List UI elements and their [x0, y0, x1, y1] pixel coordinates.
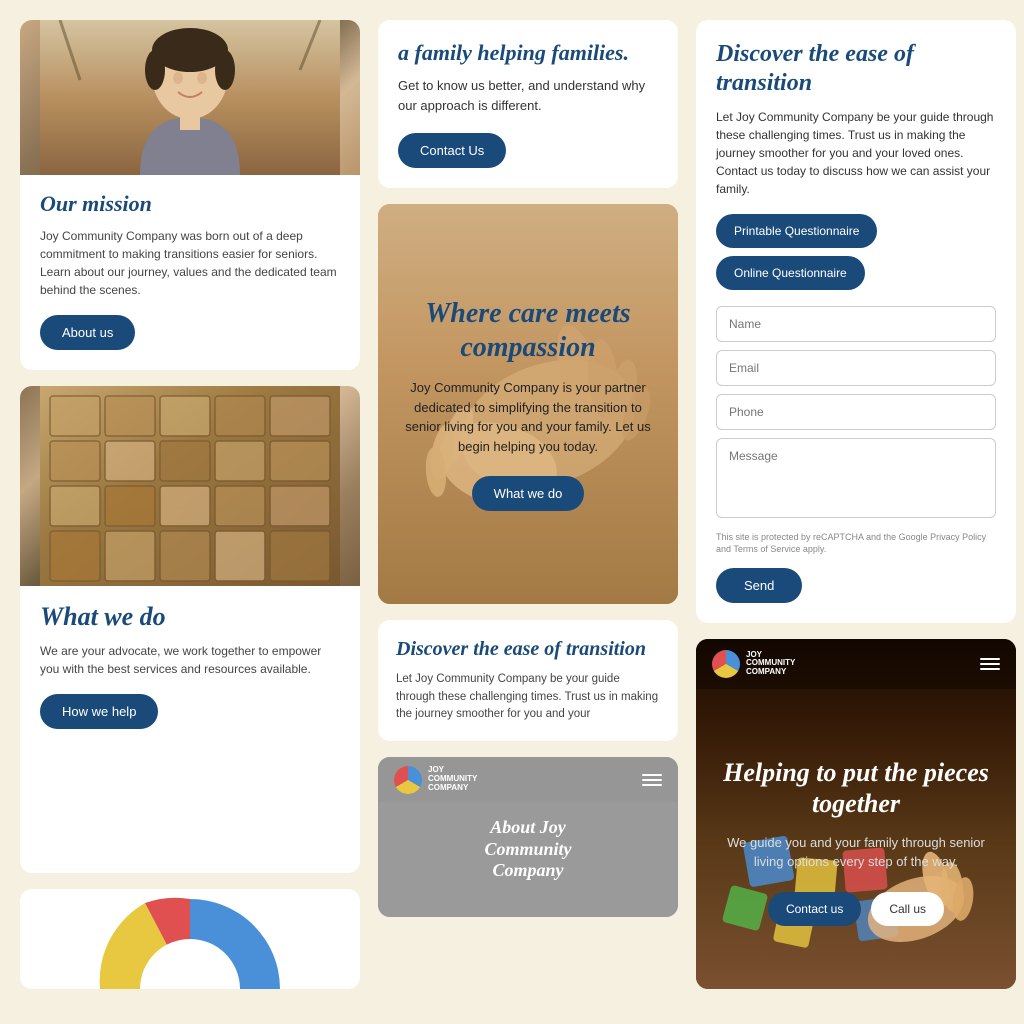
hamburger-line-2	[642, 779, 662, 781]
what-we-do-button[interactable]: What we do	[472, 476, 585, 511]
pieces-call-button[interactable]: Call us	[871, 892, 944, 926]
hamburger-line-3	[980, 668, 1000, 670]
discover-transition-text: Let Joy Community Company be your guide …	[396, 671, 660, 723]
form-disclaimer: This site is protected by reCAPTCHA and …	[716, 531, 996, 556]
care-overlay: Where care meets compassion Joy Communit…	[378, 204, 678, 604]
form-description: Let Joy Community Company be your guide …	[716, 108, 996, 198]
pieces-contact-button[interactable]: Contact us	[768, 892, 861, 926]
pieces-logo-text: JOY COMMUNITY COMPANY	[746, 651, 795, 677]
what-we-do-card: What we do We are your advocate, we work…	[20, 386, 360, 873]
pieces-title: Helping to put the pieces together	[716, 757, 996, 819]
app-mockup-content: About Joy Community Company	[378, 807, 678, 892]
mission-content: Our mission Joy Community Company was bo…	[20, 175, 360, 370]
printable-questionnaire-button[interactable]: Printable Questionnaire	[716, 214, 877, 248]
column-3: Discover the ease of transition Let Joy …	[696, 20, 1016, 989]
family-subtitle: a family helping families.	[398, 40, 658, 66]
mission-text: Joy Community Company was born out of a …	[40, 227, 340, 299]
hamburger-menu-icon[interactable]	[642, 774, 662, 786]
questionnaire-buttons: Printable Questionnaire Online Questionn…	[716, 214, 996, 290]
what-we-do-content: What we do We are your advocate, we work…	[20, 586, 360, 749]
family-text: Get to know us better, and understand wh…	[398, 76, 658, 115]
chart-image	[90, 889, 290, 989]
discover-transition-title: Discover the ease of transition	[396, 638, 660, 661]
pieces-content: Helping to put the pieces together We gu…	[696, 694, 1016, 989]
care-card: Where care meets compassion Joy Communit…	[378, 204, 678, 604]
logo-circle-icon	[394, 766, 422, 794]
phone-input[interactable]	[716, 394, 996, 430]
pieces-together-card: JOY COMMUNITY COMPANY Helping to put the…	[696, 639, 1016, 989]
online-questionnaire-button[interactable]: Online Questionnaire	[716, 256, 865, 290]
how-we-help-button[interactable]: How we help	[40, 694, 158, 729]
message-input[interactable]	[716, 438, 996, 518]
hamburger-line-3	[642, 784, 662, 786]
app-logo: JOY COMMUNITY COMPANY	[394, 766, 477, 794]
pieces-buttons: Contact us Call us	[768, 892, 944, 926]
app-mockup-header: JOY COMMUNITY COMPANY	[378, 757, 678, 802]
contact-form-card: Discover the ease of transition Let Joy …	[696, 20, 1016, 623]
pieces-text: We guide you and your family through sen…	[716, 833, 996, 872]
family-card: a family helping families. Get to know u…	[378, 20, 678, 188]
what-we-do-text: We are your advocate, we work together t…	[40, 642, 340, 678]
discover-transition-card: Discover the ease of transition Let Joy …	[378, 620, 678, 741]
pieces-header: JOY COMMUNITY COMPANY	[696, 639, 1016, 689]
hamburger-line-1	[980, 658, 1000, 660]
contact-us-button[interactable]: Contact Us	[398, 133, 506, 168]
what-we-do-title: What we do	[40, 602, 340, 632]
column-2: a family helping families. Get to know u…	[378, 20, 678, 989]
puzzle-image	[20, 386, 360, 586]
care-text: Joy Community Company is your partner de…	[398, 378, 658, 456]
puzzle-photo	[20, 386, 360, 586]
name-input[interactable]	[716, 306, 996, 342]
mission-title: Our mission	[40, 191, 340, 217]
pieces-logo: JOY COMMUNITY COMPANY	[712, 650, 795, 678]
email-input[interactable]	[716, 350, 996, 386]
mission-card: Our mission Joy Community Company was bo…	[20, 20, 360, 370]
profile-photo	[20, 20, 360, 175]
app-mockup-card: JOY COMMUNITY COMPANY About Joy Communit…	[378, 757, 678, 917]
pieces-logo-icon	[712, 650, 740, 678]
pieces-hamburger-icon[interactable]	[980, 658, 1000, 670]
hamburger-line-2	[980, 663, 1000, 665]
send-button[interactable]: Send	[716, 568, 802, 603]
form-title: Discover the ease of transition	[716, 40, 996, 98]
profile-image	[20, 20, 360, 175]
care-title: Where care meets compassion	[398, 297, 658, 364]
hamburger-line-1	[642, 774, 662, 776]
chart-card	[20, 889, 360, 989]
column-1: Our mission Joy Community Company was bo…	[20, 20, 360, 989]
logo-text: JOY COMMUNITY COMPANY	[428, 766, 477, 792]
app-title: About Joy Community Company	[388, 817, 668, 882]
about-us-button[interactable]: About us	[40, 315, 135, 350]
